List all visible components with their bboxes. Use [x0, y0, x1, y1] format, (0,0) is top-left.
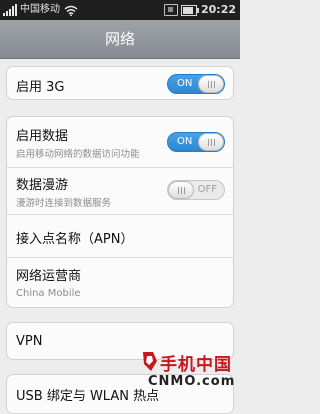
setting-enable-data[interactable]: 启用数据 启用移动网络的数据访问功能 ON — [7, 117, 233, 167]
page-title: 网络 — [0, 20, 240, 59]
data-roaming-description: 漫游时连接到数据服务 — [16, 198, 112, 209]
signal-strength-icon — [3, 4, 17, 16]
wifi-icon — [64, 5, 78, 16]
network-operator-value: China Mobile — [16, 288, 81, 299]
screenshot-notification-icon — [163, 4, 178, 16]
carrier-name: 中国移动 — [20, 4, 60, 15]
enable-3g-toggle[interactable]: ON — [167, 74, 225, 94]
toggle-knob — [198, 133, 224, 151]
data-roaming-label: 数据漫游 — [16, 178, 69, 193]
enable-3g-label: 启用 3G — [16, 80, 65, 95]
cnmo-logo-icon — [143, 352, 157, 371]
setting-network-operator[interactable]: 网络运营商 China Mobile — [7, 257, 233, 307]
network-operator-label: 网络运营商 — [16, 269, 82, 284]
status-bar: 中国移动 20:22 — [0, 0, 240, 20]
tethering-label: USB 绑定与 WLAN 热点 — [16, 389, 160, 404]
enable-data-toggle[interactable]: ON — [167, 132, 225, 152]
clock: 20:22 — [200, 3, 236, 16]
toggle-knob — [198, 75, 224, 93]
watermark-domain: CNMO.com — [148, 374, 236, 389]
card-data-settings: 启用数据 启用移动网络的数据访问功能 ON 数据漫游 漫游时连接到数据服务 OF… — [6, 116, 234, 308]
setting-apn[interactable]: 接入点名称（APN） — [7, 214, 233, 257]
vpn-label: VPN — [16, 334, 43, 349]
setting-enable-3g[interactable]: 启用 3G ON — [7, 67, 233, 99]
apn-label: 接入点名称（APN） — [16, 232, 134, 247]
toggle-knob — [168, 181, 194, 199]
watermark-brand: 手机中国 — [160, 355, 232, 375]
data-roaming-toggle[interactable]: OFF — [167, 180, 225, 200]
card-3g: 启用 3G ON — [6, 66, 234, 100]
enable-data-label: 启用数据 — [16, 129, 69, 144]
setting-data-roaming[interactable]: 数据漫游 漫游时连接到数据服务 OFF — [7, 167, 233, 214]
battery-icon — [180, 4, 199, 16]
cnmo-watermark: 手机中国 CNMO.com — [140, 350, 238, 398]
enable-data-description: 启用移动网络的数据访问功能 — [16, 149, 140, 160]
